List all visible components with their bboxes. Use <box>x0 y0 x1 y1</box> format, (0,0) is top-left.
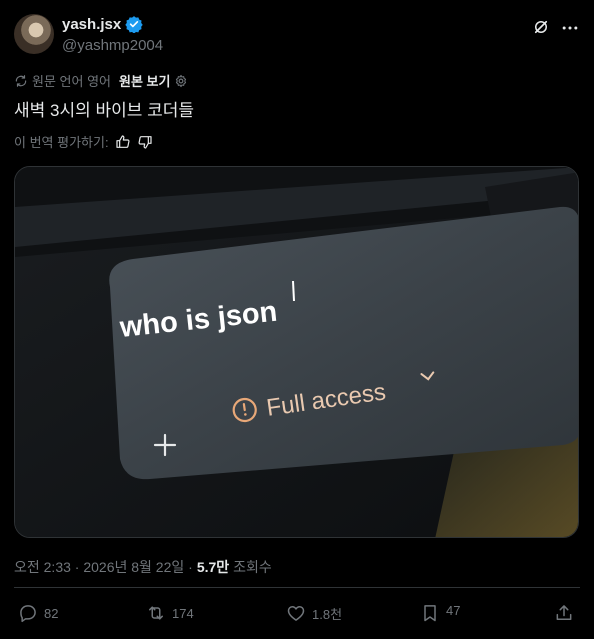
author-info: yash.jsx @yashmp2004 <box>62 15 163 55</box>
display-name[interactable]: yash.jsx <box>62 16 121 33</box>
settings-icon[interactable] <box>174 74 188 88</box>
translation-notice: 원문 언어 영어 원본 보기 <box>14 71 188 90</box>
share-icon <box>556 605 572 620</box>
reply-icon <box>20 605 36 623</box>
thumbs-down-icon[interactable] <box>137 134 153 150</box>
photo-content: who is json Full access <box>15 167 578 537</box>
reply-count: 82 <box>44 605 59 621</box>
share-button[interactable] <box>554 603 574 623</box>
grok-icon[interactable] <box>532 18 550 36</box>
views-count: 5.7만 <box>196 559 230 575</box>
rate-translation-label: 이 번역 평가하기: <box>14 135 109 150</box>
repost-count: 174 <box>172 605 194 621</box>
tweet-photo[interactable]: who is json Full access <box>14 166 579 538</box>
reply-button[interactable]: 82 <box>18 603 58 623</box>
divider <box>14 587 580 588</box>
action-bar: 82 174 1.8천 47 <box>14 603 580 629</box>
thumbs-up-icon[interactable] <box>115 134 131 150</box>
timestamp[interactable]: 오전 2:33 · 2026년 8월 22일 · <box>14 557 193 577</box>
bookmark-icon <box>424 605 436 622</box>
heart-icon <box>287 606 305 621</box>
repost-icon <box>149 606 163 620</box>
more-options-icon[interactable] <box>560 18 580 38</box>
original-language-label: 원문 언어 영어 <box>32 74 111 89</box>
tweet-text: 새벽 3시의 바이브 코더들 <box>14 101 195 120</box>
bookmark-button[interactable]: 47 <box>420 597 460 623</box>
handle[interactable]: @yashmp2004 <box>62 37 163 54</box>
translate-icon <box>15 74 27 87</box>
show-original-link[interactable]: 원본 보기 <box>119 71 170 90</box>
views-label: 조회수 <box>233 559 272 575</box>
display-name-row[interactable]: yash.jsx <box>62 15 163 33</box>
avatar[interactable] <box>14 14 54 54</box>
tweet-header: yash.jsx @yashmp2004 <box>14 12 580 56</box>
like-button[interactable]: 1.8천 <box>286 603 342 623</box>
like-count: 1.8천 <box>312 606 343 622</box>
verified-badge-icon <box>125 16 143 33</box>
tweet-meta: 오전 2:33 · 2026년 8월 22일 · 5.7만 조회수 <box>14 557 272 577</box>
repost-button[interactable]: 174 <box>146 603 194 623</box>
rate-translation: 이 번역 평가하기: <box>14 132 153 151</box>
bookmark-count: 47 <box>446 602 461 618</box>
